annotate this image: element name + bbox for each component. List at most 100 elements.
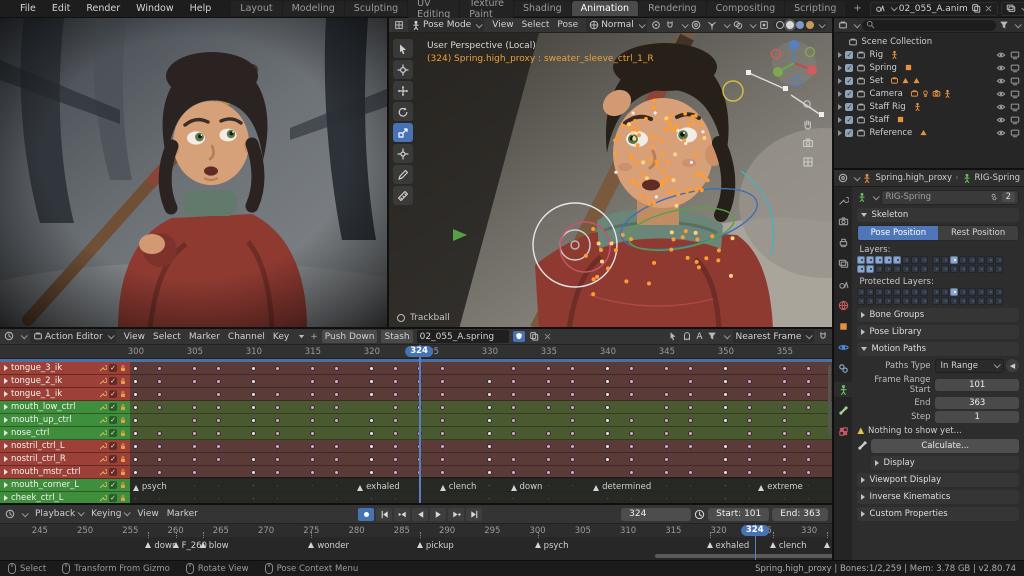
keyframe[interactable] (723, 444, 729, 449)
properties-tab-tool[interactable] (834, 193, 852, 208)
keyframe[interactable] (747, 405, 752, 410)
keyframe[interactable] (251, 379, 257, 384)
keyframe[interactable] (570, 379, 575, 384)
layer-8[interactable] (920, 264, 929, 273)
protected-layer-9[interactable] (932, 296, 941, 305)
keyframe[interactable] (747, 379, 752, 384)
outliner-item-camera[interactable]: ✓ Camera (834, 87, 1024, 100)
keyframe-row-mouth_up_ctrl[interactable] (130, 414, 833, 427)
keyframe[interactable] (782, 366, 788, 371)
keyframe[interactable] (157, 392, 162, 397)
keyframe[interactable] (546, 392, 552, 397)
timeline-menu-marker[interactable]: Marker (163, 509, 202, 519)
expand-icon[interactable] (4, 469, 8, 475)
marker-wonder[interactable]: wonder (308, 532, 349, 551)
keyframe[interactable] (216, 366, 221, 371)
keyframe[interactable] (570, 444, 575, 449)
keyframe[interactable] (369, 431, 375, 436)
stash-button[interactable]: Stash (381, 330, 413, 343)
keyframe[interactable] (275, 431, 280, 436)
keyframe[interactable] (251, 431, 257, 436)
viewport-menu-pose[interactable]: Pose (553, 20, 582, 30)
keyframe[interactable] (806, 366, 811, 371)
keyframe[interactable] (275, 457, 280, 462)
keyframe[interactable] (629, 392, 634, 397)
channel-mouth_low_ctrl[interactable]: mouth_low_ctrl ✓ (0, 401, 130, 414)
keyframe[interactable] (157, 366, 162, 371)
users-count-badge[interactable]: 2 (1001, 192, 1015, 203)
keyframe[interactable] (310, 405, 316, 410)
protected-layer-3[interactable] (875, 287, 884, 296)
paths-type-dropdown[interactable]: In Range (935, 358, 1004, 373)
layer-15[interactable] (986, 255, 995, 264)
expand-icon[interactable] (4, 417, 8, 423)
keyframe[interactable] (511, 418, 516, 423)
keyframe[interactable] (570, 470, 575, 475)
keyframe[interactable] (133, 444, 139, 449)
protected-layer-7[interactable] (911, 287, 920, 296)
protected-layer-10[interactable] (941, 296, 950, 305)
workspace-tab-scripting[interactable]: Scripting (785, 1, 846, 16)
protected-layer-15[interactable] (986, 287, 995, 296)
keyframe[interactable] (393, 379, 398, 384)
expand-icon[interactable] (838, 116, 843, 123)
outliner-item-set[interactable]: ✓ Set (834, 74, 1024, 87)
jump-end-button[interactable] (466, 507, 482, 521)
start-frame-field[interactable]: Start: 101 (708, 507, 770, 521)
keyframe[interactable] (806, 444, 811, 449)
fake-user-icon[interactable] (512, 331, 525, 342)
layer-10[interactable] (941, 264, 950, 273)
keyframe[interactable] (133, 405, 139, 410)
keyframe[interactable] (310, 444, 316, 449)
filter-icon[interactable] (999, 20, 1009, 31)
keyframe[interactable] (334, 392, 339, 397)
protected-layer-8[interactable] (920, 287, 929, 296)
keyframe[interactable] (334, 379, 339, 384)
keyframe[interactable] (546, 379, 552, 384)
keyframe[interactable] (440, 405, 446, 410)
keyframe[interactable] (806, 405, 811, 410)
action-dropdown-icon[interactable] (297, 332, 306, 342)
selectability-checkbox[interactable]: ✓ (845, 115, 854, 124)
bone-groups-panel-header[interactable]: Bone Groups (857, 307, 1019, 322)
tool-tweak-button[interactable] (393, 39, 413, 58)
keyframe[interactable] (251, 418, 257, 423)
keyframe[interactable] (216, 379, 221, 384)
keyframe[interactable] (546, 431, 552, 436)
layer-5[interactable] (893, 264, 902, 273)
keyframe[interactable] (133, 366, 139, 371)
keyframe[interactable] (133, 392, 139, 397)
keyframe[interactable] (688, 444, 693, 449)
marker-pickup[interactable]: pickup (416, 532, 454, 551)
keyframe[interactable] (369, 392, 375, 397)
marker-clench[interactable]: clench (439, 480, 476, 492)
keyframe[interactable] (251, 470, 257, 475)
keyframe[interactable] (192, 379, 198, 384)
keyframe[interactable] (487, 444, 493, 449)
viewport-menu-view[interactable]: View (488, 20, 517, 30)
auto-keying-button[interactable] (358, 507, 374, 521)
keyframe[interactable] (216, 392, 221, 397)
keyframe[interactable] (216, 405, 221, 410)
editor-type-icon[interactable] (394, 20, 404, 31)
end-frame-field[interactable]: End: 363 (772, 507, 829, 521)
keyframe[interactable] (723, 379, 729, 384)
marker-exhaled[interactable]: exhaled (706, 532, 749, 551)
keyframe[interactable] (688, 418, 693, 423)
expand-icon[interactable] (4, 482, 8, 488)
protected-layer-16[interactable] (995, 296, 1004, 305)
protected-layer-1[interactable] (857, 296, 866, 305)
marker-psych[interactable]: psych (132, 480, 167, 492)
channel-enable-checkbox[interactable]: ✓ (109, 403, 117, 411)
keyframe[interactable] (723, 470, 729, 475)
selectability-checkbox[interactable]: ✓ (845, 128, 854, 137)
keyframe[interactable] (133, 379, 139, 384)
playhead[interactable] (419, 345, 421, 503)
protected-layer-14[interactable] (977, 296, 986, 305)
keyframe[interactable] (782, 470, 788, 475)
expand-icon[interactable] (838, 51, 843, 58)
workspace-tab-rendering[interactable]: Rendering (639, 1, 706, 16)
keyframe[interactable] (251, 392, 257, 397)
channel-enable-checkbox[interactable]: ✓ (109, 468, 117, 476)
keyframe[interactable] (688, 405, 693, 410)
